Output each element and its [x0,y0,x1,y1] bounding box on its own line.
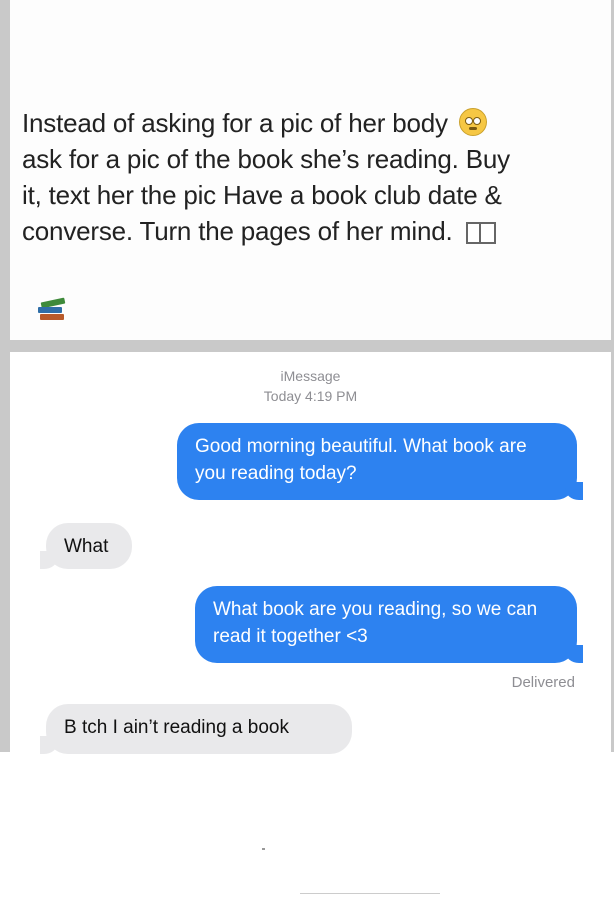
artifact-speck [262,848,265,850]
face-rolling-eyes-icon [458,108,487,136]
post-line-1: Instead of asking for a pic of her body [22,108,448,138]
thread-timestamp: Today 4:19 PM [263,388,358,404]
service-label: iMessage [280,368,341,384]
post-line-2: ask for a pic of the book she’s reading.… [22,144,510,174]
chat-frame-left [0,352,10,752]
imessage-thread: iMessage Today 4:19 PM Good morning beau… [10,352,611,754]
books-stack-icon [38,297,66,322]
sent-message-bubble[interactable]: Good morning beautiful. What book are yo… [177,423,583,500]
open-book-icon [465,222,496,244]
sent-message-bubble[interactable]: What book are you reading, so we can rea… [195,586,583,663]
post-line-4: converse. Turn the pages of her mind. [22,216,453,246]
received-message-bubble[interactable]: What [40,523,132,569]
post-text: Instead of asking for a pic of her body … [22,105,582,249]
delivery-status: Delivered [511,674,575,691]
received-message-bubble[interactable]: B tch I ain’t reading a book [40,704,352,754]
post-line-3: it, text her the pic Have a book club da… [22,180,502,210]
artifact-line [300,893,440,894]
